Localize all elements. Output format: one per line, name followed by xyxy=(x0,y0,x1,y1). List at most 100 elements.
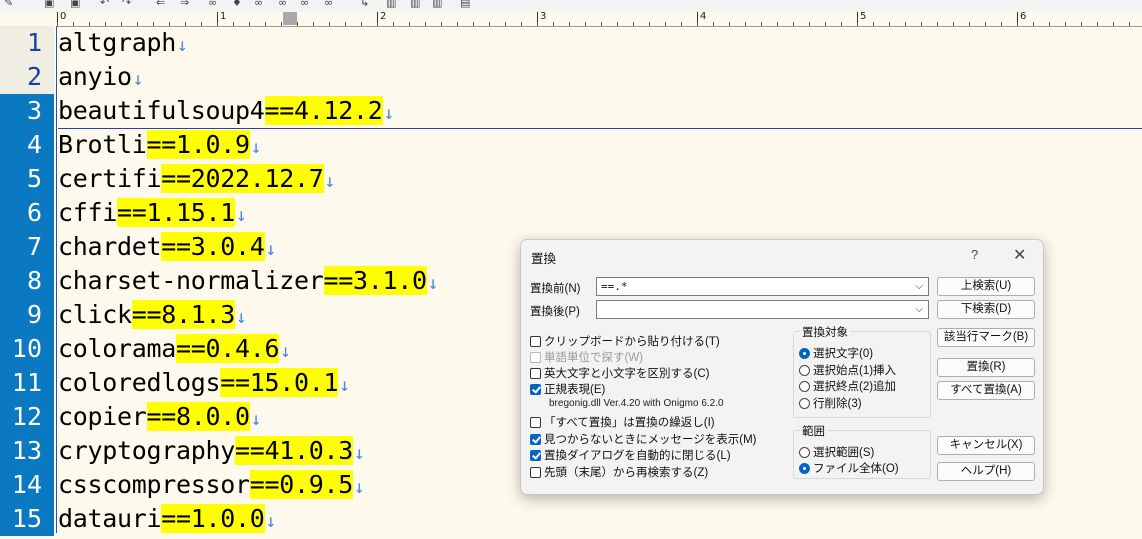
search-mark-icon[interactable]: ∞ xyxy=(278,0,287,9)
newline-mark-icon: ↓ xyxy=(280,341,291,362)
replace-input[interactable]: ⌵ xyxy=(596,300,929,319)
text-line[interactable]: beautifulsoup4==4.12.2↓ xyxy=(58,94,394,128)
line-number-gutter[interactable]: 1 2 3 4 5 6 7 8 9 10 11 12 13 14 15 xyxy=(0,26,54,536)
version-match-highlight: ==8.1.3 xyxy=(131,300,236,329)
newline-mark-icon: ↓ xyxy=(354,477,365,498)
newline-mark-icon: ↓ xyxy=(177,35,188,56)
tag-jump-icon[interactable]: ↳ xyxy=(360,0,369,9)
checkbox-unchecked-icon xyxy=(530,466,541,478)
close-icon[interactable]: ✕ xyxy=(1013,245,1026,265)
line-number[interactable]: 10 xyxy=(0,332,54,366)
redo-icon[interactable]: ↷ xyxy=(122,0,131,9)
line-number[interactable]: 15 xyxy=(0,502,54,536)
help-icon[interactable]: ? xyxy=(971,247,978,262)
text-line[interactable]: charset-normalizer==3.1.0↓ xyxy=(58,264,439,298)
radio-option[interactable]: 選択範囲(S) xyxy=(799,444,874,460)
save-icon[interactable]: ▣ xyxy=(44,0,54,9)
line-number[interactable]: 12 xyxy=(0,400,54,434)
grep-icon[interactable]: ∞ xyxy=(324,0,333,9)
mark-lines-button[interactable]: 該当行マーク(B) xyxy=(937,328,1035,347)
text-line[interactable]: altgraph↓ xyxy=(58,26,188,60)
ruler-mark: 1 xyxy=(217,12,226,24)
compare-prev-icon[interactable]: ▥ xyxy=(432,0,442,9)
search-down-button[interactable]: 下検索(D) xyxy=(937,300,1035,319)
radio-selected-icon xyxy=(799,462,810,474)
radio-option[interactable]: ファイル全体(O) xyxy=(799,460,899,476)
radio-unselected-icon xyxy=(799,364,810,376)
compare-next-icon[interactable]: ▥ xyxy=(410,0,420,9)
cancel-button[interactable]: キャンセル(X) xyxy=(937,436,1035,455)
version-match-highlight: ==3.0.4 xyxy=(161,232,265,261)
compare-icon[interactable]: ▥ xyxy=(386,0,396,9)
replace-all-button[interactable]: すべて置換(A) xyxy=(937,381,1035,400)
version-match-highlight: ==0.4.6 xyxy=(176,334,280,363)
checkbox-unchecked-icon xyxy=(530,416,541,428)
option-checkbox[interactable]: 「すべて置換」は置換の繰返し(I) xyxy=(530,414,715,430)
text-line[interactable]: colorama==0.4.6↓ xyxy=(58,332,291,366)
search-icon[interactable]: ∞ xyxy=(208,0,217,9)
chevron-down-icon[interactable]: ⌵ xyxy=(915,278,923,295)
undo-icon[interactable]: ↶ xyxy=(100,0,109,9)
search-up-button[interactable]: 上検索(U) xyxy=(937,277,1035,296)
text-line[interactable]: cryptography==41.0.3↓ xyxy=(58,434,365,468)
text-line[interactable]: cffi==1.15.1↓ xyxy=(58,196,247,230)
option-checkbox[interactable]: 英大文字と小文字を区別する(C) xyxy=(530,365,709,381)
option-checkbox[interactable]: 見つからないときにメッセージを表示(M) xyxy=(530,431,757,447)
line-number[interactable]: 4 xyxy=(0,128,54,162)
version-match-highlight: ==1.0.0 xyxy=(161,504,265,533)
package-name: copier xyxy=(58,402,147,431)
package-name: datauri xyxy=(58,504,162,533)
radio-unselected-icon xyxy=(799,446,810,458)
print-icon[interactable]: ▤ xyxy=(460,0,470,9)
radio-label: 選択文字(0) xyxy=(813,348,874,360)
text-line[interactable]: copier==8.0.0↓ xyxy=(58,400,262,434)
edit-icon[interactable]: ✎ xyxy=(4,0,13,9)
line-number[interactable]: 2 xyxy=(0,60,54,94)
jump-forward-icon[interactable]: ⇒ xyxy=(180,0,189,9)
line-number[interactable]: 13 xyxy=(0,434,54,468)
find-input[interactable]: ==.* ⌵ xyxy=(596,277,929,296)
search-next-icon[interactable]: ♦ xyxy=(232,0,242,9)
package-name: csscompressor xyxy=(58,470,250,499)
replace-label: 置換後(P) xyxy=(530,306,580,318)
save-all-icon[interactable]: ▣ xyxy=(70,0,80,9)
package-name: anyio xyxy=(58,62,132,91)
line-number[interactable]: 7 xyxy=(0,230,54,264)
newline-mark-icon: ↓ xyxy=(339,375,350,396)
help-button[interactable]: ヘルプ(H) xyxy=(937,462,1035,481)
option-checkbox[interactable]: 先頭（末尾）から再検索する(Z) xyxy=(530,464,708,480)
text-line[interactable]: Brotli==1.0.9↓ xyxy=(58,128,262,162)
text-line[interactable]: certifi==2022.12.7↓ xyxy=(58,162,335,196)
radio-option[interactable]: 行削除(3) xyxy=(799,395,862,411)
line-number[interactable]: 3 xyxy=(0,94,54,128)
search-prev-icon[interactable]: ∞ xyxy=(254,0,263,9)
text-line[interactable]: click==8.1.3↓ xyxy=(58,298,247,332)
line-number[interactable]: 8 xyxy=(0,264,54,298)
text-line[interactable]: chardet==3.0.4↓ xyxy=(58,230,276,264)
jump-back-icon[interactable]: ⇐ xyxy=(156,0,165,9)
regex-library-note: bregonig.dll Ver.4.20 with Onigmo 6.2.0 xyxy=(549,398,724,409)
line-number[interactable]: 11 xyxy=(0,366,54,400)
chevron-down-icon[interactable]: ⌵ xyxy=(915,301,923,318)
replace-dialog: 置換 ? ✕ 置換前(N) ==.* ⌵ 置換後(P) ⌵ 上検索(U) 下検索… xyxy=(520,239,1044,495)
radio-option[interactable]: 選択文字(0) xyxy=(799,345,873,361)
line-number[interactable]: 14 xyxy=(0,468,54,502)
replace-button[interactable]: 置換(R) xyxy=(937,358,1035,377)
text-line[interactable]: datauri==1.0.0↓ xyxy=(58,502,276,536)
radio-option[interactable]: 選択終点(2)追加 xyxy=(799,378,896,394)
option-checkbox[interactable]: 置換ダイアログを自動的に閉じる(L) xyxy=(530,447,731,463)
ruler-cursor-marker xyxy=(283,12,297,25)
line-number[interactable]: 6 xyxy=(0,196,54,230)
text-line[interactable]: coloredlogs==15.0.1↓ xyxy=(58,366,350,400)
line-number[interactable]: 9 xyxy=(0,298,54,332)
checkbox-unchecked-icon xyxy=(530,367,541,379)
text-line[interactable]: csscompressor==0.9.5↓ xyxy=(58,468,365,502)
line-number[interactable]: 5 xyxy=(0,162,54,196)
option-checkbox[interactable]: クリップボードから貼り付ける(T) xyxy=(530,333,720,349)
option-checkbox[interactable]: 正規表現(E) xyxy=(530,381,605,397)
search-clear-icon[interactable]: ∞ xyxy=(300,0,309,9)
line-number[interactable]: 1 xyxy=(0,26,54,60)
dialog-title: 置換 xyxy=(531,252,557,266)
radio-option[interactable]: 選択始点(1)挿入 xyxy=(799,362,896,378)
text-line[interactable]: anyio↓ xyxy=(58,60,144,94)
